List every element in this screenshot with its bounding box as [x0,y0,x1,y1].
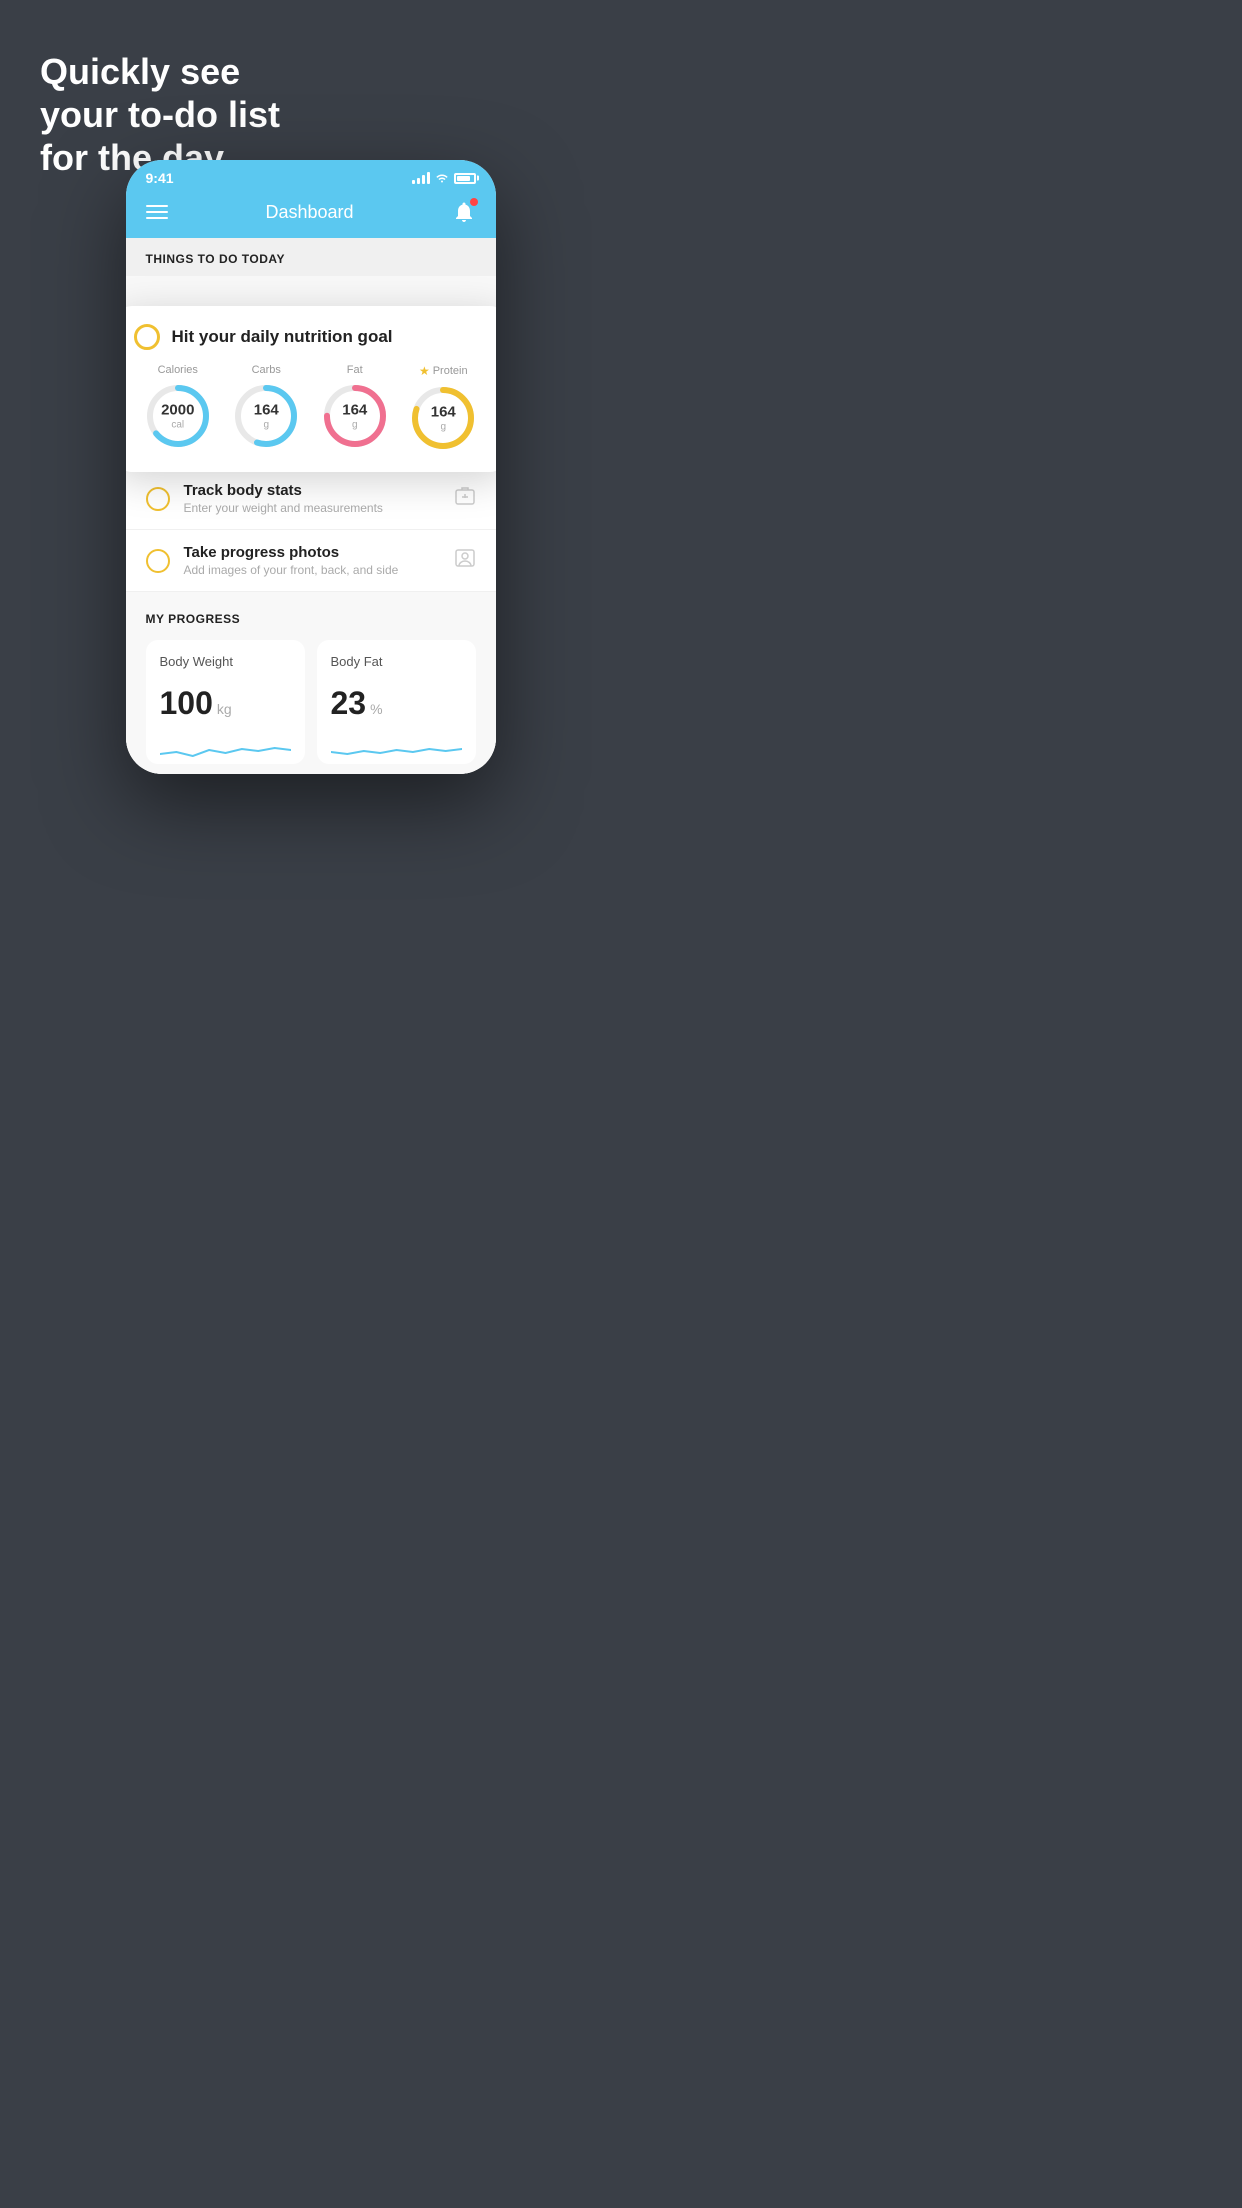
phone-mockup: 9:41 Dashboard [126,160,496,774]
body-fat-card-title: Body Fat [331,654,462,669]
nutrition-popup-card: Hit your daily nutrition goal Calories [126,306,496,472]
nutrition-goal-title: Hit your daily nutrition goal [172,327,393,347]
body-fat-value-row: 23 % [331,685,462,722]
protein-ring: 164 g [409,384,477,452]
things-section-header: THINGS TO DO TODAY [126,238,496,276]
progress-section-title: MY PROGRESS [146,612,476,626]
body-weight-chart [160,734,291,764]
status-bar: 9:41 [126,160,496,192]
scale-icon [454,486,476,511]
calories-ring: 2000 cal [144,382,212,450]
person-icon [454,548,476,573]
fat-ring: 164 g [321,382,389,450]
todo-item-progress-photos[interactable]: Take progress photos Add images of your … [126,530,496,592]
body-stats-subtitle: Enter your weight and measurements [184,501,440,515]
nutrition-grid: Calories 2000 cal [134,364,488,452]
body-stats-circle [146,487,170,511]
body-stats-title: Track body stats [184,482,440,499]
fat-label: Fat [347,364,363,376]
body-weight-unit: kg [217,701,232,717]
nutrition-check-circle[interactable] [134,324,160,350]
body-fat-chart [331,734,462,764]
body-weight-value-row: 100 kg [160,685,291,722]
nutrition-protein: ★ Protein 164 g [409,364,477,452]
progress-photos-text: Take progress photos Add images of your … [184,544,440,577]
nutrition-fat: Fat 164 g [321,364,389,450]
body-fat-unit: % [370,701,382,717]
body-stats-text: Track body stats Enter your weight and m… [184,482,440,515]
progress-section: MY PROGRESS Body Weight 100 kg [126,592,496,774]
status-time: 9:41 [146,170,174,186]
carbs-ring: 164 g [232,382,300,450]
carbs-label: Carbs [252,364,281,376]
body-fat-value: 23 [331,685,367,722]
todo-item-body-stats[interactable]: Track body stats Enter your weight and m… [126,468,496,530]
body-weight-card[interactable]: Body Weight 100 kg [146,640,305,764]
body-fat-card[interactable]: Body Fat 23 % [317,640,476,764]
progress-photos-title: Take progress photos [184,544,440,561]
app-content: THINGS TO DO TODAY Hit your daily nutrit… [126,238,496,774]
wifi-icon [435,171,449,186]
battery-icon [454,173,476,184]
body-weight-card-title: Body Weight [160,654,291,669]
calories-label: Calories [158,364,198,376]
app-header: Dashboard [126,192,496,238]
header-title: Dashboard [265,202,353,223]
body-weight-value: 100 [160,685,213,722]
notification-bell-icon[interactable] [452,200,476,224]
status-icons [412,171,476,186]
nutrition-calories: Calories 2000 cal [144,364,212,450]
progress-cards: Body Weight 100 kg Body Fat 23 [146,640,476,764]
signal-bars-icon [412,172,430,184]
protein-label: ★ Protein [419,364,468,378]
star-icon: ★ [419,364,430,378]
progress-photos-subtitle: Add images of your front, back, and side [184,563,440,577]
progress-photos-circle [146,549,170,573]
hamburger-menu[interactable] [146,205,168,219]
notification-dot [470,198,478,206]
nutrition-carbs: Carbs 164 g [232,364,300,450]
